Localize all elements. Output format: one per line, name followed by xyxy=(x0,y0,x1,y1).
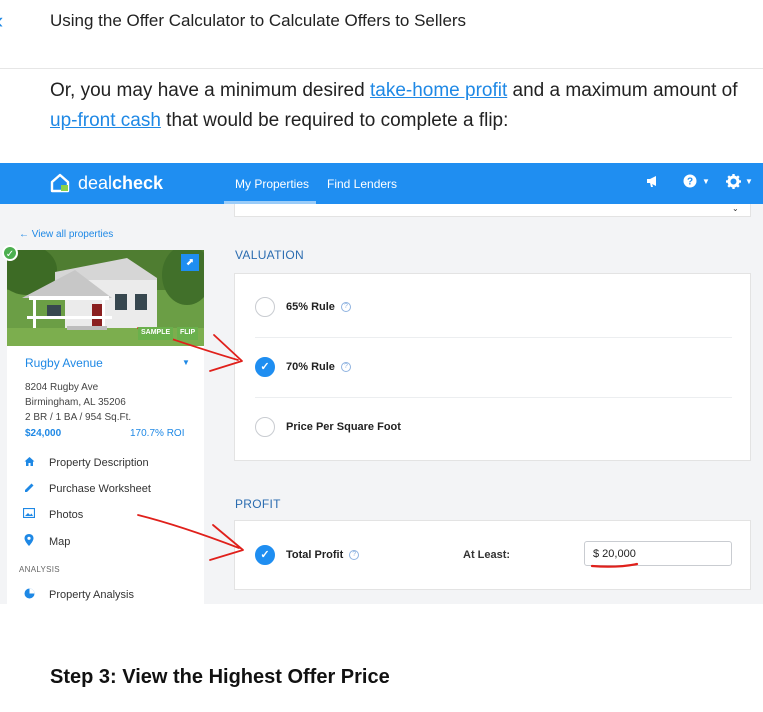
back-chevron-icon[interactable]: ‹ xyxy=(0,8,3,34)
option-label: Price Per Square Foot xyxy=(286,421,401,433)
help-caret-icon[interactable]: ▼ xyxy=(702,177,710,186)
analysis-section-label: ANALYSIS xyxy=(19,565,60,574)
divider xyxy=(255,397,732,398)
option-65-rule[interactable]: 65% Rule ? xyxy=(255,296,351,318)
chevron-down-icon[interactable]: ⌄ xyxy=(732,204,739,213)
property-address-line1: 8204 Rugby Ave xyxy=(25,382,99,393)
logo-text-bold: check xyxy=(112,172,164,193)
take-home-profit-link[interactable]: take-home profit xyxy=(370,80,507,101)
menu-label: Photos xyxy=(49,508,84,521)
page: ‹ Using the Offer Calculator to Calculat… xyxy=(0,0,763,712)
nav-my-properties[interactable]: My Properties xyxy=(235,177,309,191)
menu-property-description[interactable]: Property Description xyxy=(22,456,149,470)
property-roi: 170.7% ROI xyxy=(130,428,185,439)
property-photo[interactable] xyxy=(7,250,204,346)
logo-text-light: deal xyxy=(78,172,113,193)
property-sidebar: ← View all properties ✓ ⬈ SAMPLE FLIP Ru… xyxy=(2,204,204,604)
menu-map[interactable]: Map xyxy=(22,534,70,549)
option-70-rule[interactable]: ✓ 70% Rule ? xyxy=(255,356,351,378)
property-name[interactable]: Rugby Avenue xyxy=(25,356,103,370)
settings-caret-icon[interactable]: ▼ xyxy=(745,177,753,186)
valuation-card: 65% Rule ? ✓ 70% Rule ? Price Per Square… xyxy=(234,273,751,461)
megaphone-icon[interactable] xyxy=(646,174,660,191)
house-photo-image xyxy=(7,250,204,346)
help-circle-icon[interactable]: ? xyxy=(340,302,351,312)
radio-button-checked[interactable]: ✓ xyxy=(255,545,275,565)
paragraph-text-3: that would be required to complete a fli… xyxy=(160,110,509,131)
nav-find-lenders[interactable]: Find Lenders xyxy=(327,177,397,191)
property-price: $24,000 xyxy=(25,428,62,439)
check-icon: ✓ xyxy=(2,245,18,261)
menu-purchase-worksheet[interactable]: Purchase Worksheet xyxy=(22,482,151,496)
help-circle-icon[interactable]: ? xyxy=(340,362,351,372)
profit-section-label: PROFIT xyxy=(235,497,281,511)
logo-house-icon xyxy=(50,173,70,193)
menu-label: Purchase Worksheet xyxy=(49,483,151,495)
home-icon xyxy=(22,456,36,470)
radio-button[interactable] xyxy=(255,417,275,437)
option-label: 70% Rule xyxy=(286,361,335,373)
sample-tag: SAMPLE xyxy=(138,327,174,340)
help-icon[interactable]: ? xyxy=(683,174,697,191)
dealcheck-logo[interactable]: deal check xyxy=(49,172,163,194)
previous-card xyxy=(234,204,751,217)
profit-amount-input[interactable] xyxy=(584,541,732,566)
option-label: Total Profit xyxy=(286,549,344,561)
chevron-down-icon[interactable]: ▼ xyxy=(182,358,190,367)
paragraph-text-2: and a maximum amount of xyxy=(507,80,738,101)
app-topbar: deal check My Properties Find Lenders ? ▼… xyxy=(0,163,763,204)
pencil-icon xyxy=(22,482,36,496)
menu-label: Map xyxy=(49,535,71,548)
menu-property-analysis[interactable]: Property Analysis xyxy=(22,588,134,602)
help-circle-icon[interactable]: ? xyxy=(349,550,360,560)
divider xyxy=(255,337,732,338)
article-header: ‹ Using the Offer Calculator to Calculat… xyxy=(0,0,763,69)
settings-icon[interactable] xyxy=(726,174,741,192)
step-heading: Step 3: View the Highest Offer Price xyxy=(50,666,390,688)
paragraph-text-1: Or, you may have a minimum desired xyxy=(50,80,370,101)
radio-button-checked[interactable]: ✓ xyxy=(255,357,275,377)
image-icon xyxy=(22,507,36,521)
article-title: Using the Offer Calculator to Calculate … xyxy=(50,11,467,30)
pie-chart-icon xyxy=(22,588,36,602)
menu-label: Property Description xyxy=(49,457,149,469)
view-all-properties-link[interactable]: ← View all properties xyxy=(19,229,113,240)
profit-card: ✓ Total Profit ? At Least: xyxy=(234,520,751,590)
valuation-section-label: VALUATION xyxy=(235,248,304,262)
at-least-label: At Least: xyxy=(463,549,511,561)
map-pin-icon xyxy=(22,534,36,549)
share-icon[interactable]: ⬈ xyxy=(181,254,199,271)
up-front-cash-link[interactable]: up-front cash xyxy=(50,110,161,131)
property-card: Rugby Avenue ▼ 8204 Rugby Ave Birmingham… xyxy=(7,346,204,604)
svg-text:?: ? xyxy=(687,177,693,188)
option-total-profit[interactable]: ✓ Total Profit ? xyxy=(255,544,360,566)
radio-button[interactable] xyxy=(255,297,275,317)
menu-photos[interactable]: Photos xyxy=(22,507,84,521)
menu-label: Property Analysis xyxy=(49,589,134,601)
app-screenshot: deal check My Properties Find Lenders ? ▼… xyxy=(0,163,763,604)
flip-tag: FLIP xyxy=(177,327,199,340)
property-address-line2: Birmingham, AL 35206 xyxy=(25,397,126,408)
intro-paragraph: Or, you may have a minimum desired take-… xyxy=(50,76,750,136)
property-details: 2 BR / 1 BA / 954 Sq.Ft. xyxy=(25,412,132,423)
option-price-per-square-foot[interactable]: Price Per Square Foot xyxy=(255,416,401,438)
option-label: 65% Rule xyxy=(286,301,335,313)
